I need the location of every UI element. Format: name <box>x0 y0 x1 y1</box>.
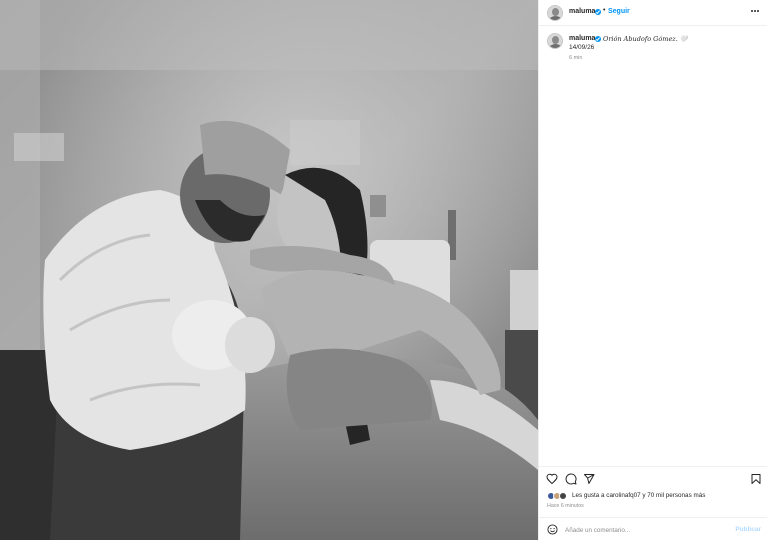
avatar[interactable] <box>547 5 563 21</box>
post-author-username[interactable]: maluma <box>569 8 595 15</box>
caption-date: 14/09/26 <box>569 44 595 51</box>
liker-avatars <box>547 492 571 500</box>
caption-avatar[interactable] <box>547 33 563 49</box>
heart-icon[interactable] <box>546 473 558 485</box>
caption-text: Orión Abudofo Gómez. 🤍 <box>603 35 688 43</box>
post-side-panel: maluma • Seguir maluma Orión Abudofo Góm… <box>538 0 767 540</box>
verified-badge-icon <box>595 36 601 42</box>
caption-username[interactable]: maluma <box>569 35 595 42</box>
comment-input[interactable] <box>565 524 730 536</box>
post-actions: Les gusta a carolinafq07 y 70 mil person… <box>539 466 767 540</box>
caption-timestamp[interactable]: 6 min <box>569 55 582 61</box>
post-photo[interactable] <box>0 0 538 540</box>
bookmark-icon[interactable] <box>750 473 762 485</box>
photo-image <box>0 0 538 540</box>
likes-count[interactable]: Les gusta a carolinafq07 y 70 mil person… <box>572 492 705 499</box>
liked-by: Les gusta a carolinafq07 y 70 mil person… <box>547 491 762 501</box>
post-header: maluma • Seguir <box>539 0 767 26</box>
post-timestamp[interactable]: Hace 6 minutos <box>547 503 584 509</box>
comment-box: Publicar <box>539 517 767 540</box>
publish-button[interactable]: Publicar <box>735 526 761 533</box>
follow-button[interactable]: Seguir <box>608 8 630 15</box>
more-options-icon[interactable] <box>748 4 762 18</box>
emoji-icon[interactable] <box>547 524 558 535</box>
dot-separator: • <box>603 7 606 14</box>
verified-badge-icon <box>595 9 601 15</box>
comment-icon[interactable] <box>565 473 577 485</box>
send-icon[interactable] <box>583 473 595 485</box>
avatar <box>559 492 567 500</box>
